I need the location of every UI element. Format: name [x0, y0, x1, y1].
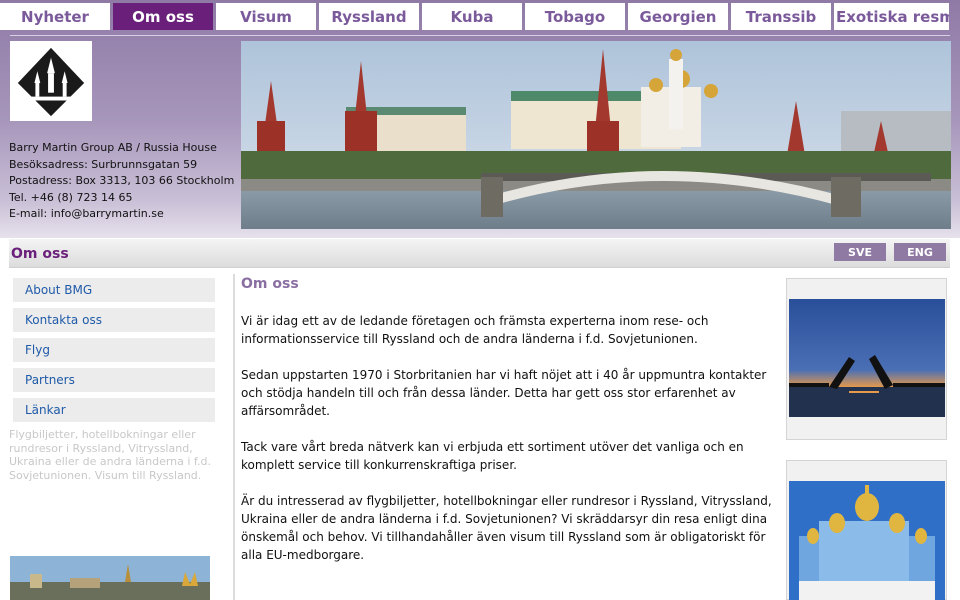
nav-tab-visum[interactable]: Visum — [216, 3, 316, 30]
sidebar-item-about-bmg[interactable]: About BMG — [13, 278, 215, 302]
content-divider — [233, 274, 235, 600]
paragraph-intro: Vi är idag ett av de ledande företagen o… — [241, 314, 709, 346]
email-address[interactable]: E-mail: info@barrymartin.se — [9, 206, 234, 223]
nav-tab-nyheter[interactable]: Nyheter — [0, 3, 110, 30]
top-navigation: Nyheter Om oss Visum Ryssland Kuba Tobag… — [0, 0, 960, 33]
section-heading: Om oss — [241, 276, 299, 292]
sidebar-item-partners[interactable]: Partners — [13, 368, 215, 392]
nav-tab-om-oss[interactable]: Om oss — [113, 3, 213, 30]
sidebar-blurb: Flygbiljetter, hotellbokningar eller run… — [9, 428, 211, 482]
cathedral-photo — [789, 481, 945, 600]
thumbnail-cathedral[interactable] — [786, 460, 947, 600]
company-logo[interactable] — [10, 41, 92, 121]
header-divider — [10, 35, 950, 36]
language-eng-button[interactable]: ENG — [894, 243, 946, 261]
paragraph-network: Tack vare vårt breda nätverk kan vi erbj… — [241, 440, 744, 472]
phone-number: Tel. +46 (8) 723 14 65 — [9, 190, 133, 204]
main-content: Om oss Vi är idag ett av de ledande före… — [241, 276, 781, 582]
sidebar-item-flyg[interactable]: Flyg — [13, 338, 215, 362]
paragraph-services: Är du intresserad av flygbiljetter, hote… — [241, 494, 772, 562]
visit-address: Besöksadress: Surbrunnsgatan 59 — [9, 157, 198, 171]
contact-address: Barry Martin Group AB / Russia House Bes… — [9, 140, 234, 223]
nav-tab-exotiska-resmal[interactable]: Exotiska resmål — [834, 3, 949, 30]
nav-tab-ryssland[interactable]: Ryssland — [319, 3, 419, 30]
sidebar-item-lankar[interactable]: Länkar — [13, 398, 215, 422]
paragraph-history: Sedan uppstarten 1970 i Storbritanien ha… — [241, 368, 767, 418]
nav-tab-tobago[interactable]: Tobago — [525, 3, 625, 30]
page-title-bar: Om oss SVE ENG — [9, 239, 950, 268]
sidebar-item-kontakta-oss[interactable]: Kontakta oss — [13, 308, 215, 332]
sidebar-city-photo — [10, 556, 210, 600]
nav-tab-transsib[interactable]: Transsib — [731, 3, 831, 30]
company-name: Barry Martin Group AB / Russia House — [9, 141, 217, 154]
language-sve-button[interactable]: SVE — [834, 243, 886, 261]
nav-tab-georgien[interactable]: Georgien — [628, 3, 728, 30]
postal-address: Postadress: Box 3313, 103 66 Stockholm — [9, 174, 235, 187]
nav-tab-kuba[interactable]: Kuba — [422, 3, 522, 30]
kremlin-banner-photo — [241, 41, 951, 229]
thumbnail-bridges[interactable] — [786, 278, 947, 440]
sidebar-menu: About BMG Kontakta oss Flyg Partners Län… — [13, 278, 215, 428]
page-title: Om oss — [11, 246, 69, 262]
bridges-photo — [789, 299, 945, 417]
kremlin-logo-icon — [12, 43, 90, 119]
